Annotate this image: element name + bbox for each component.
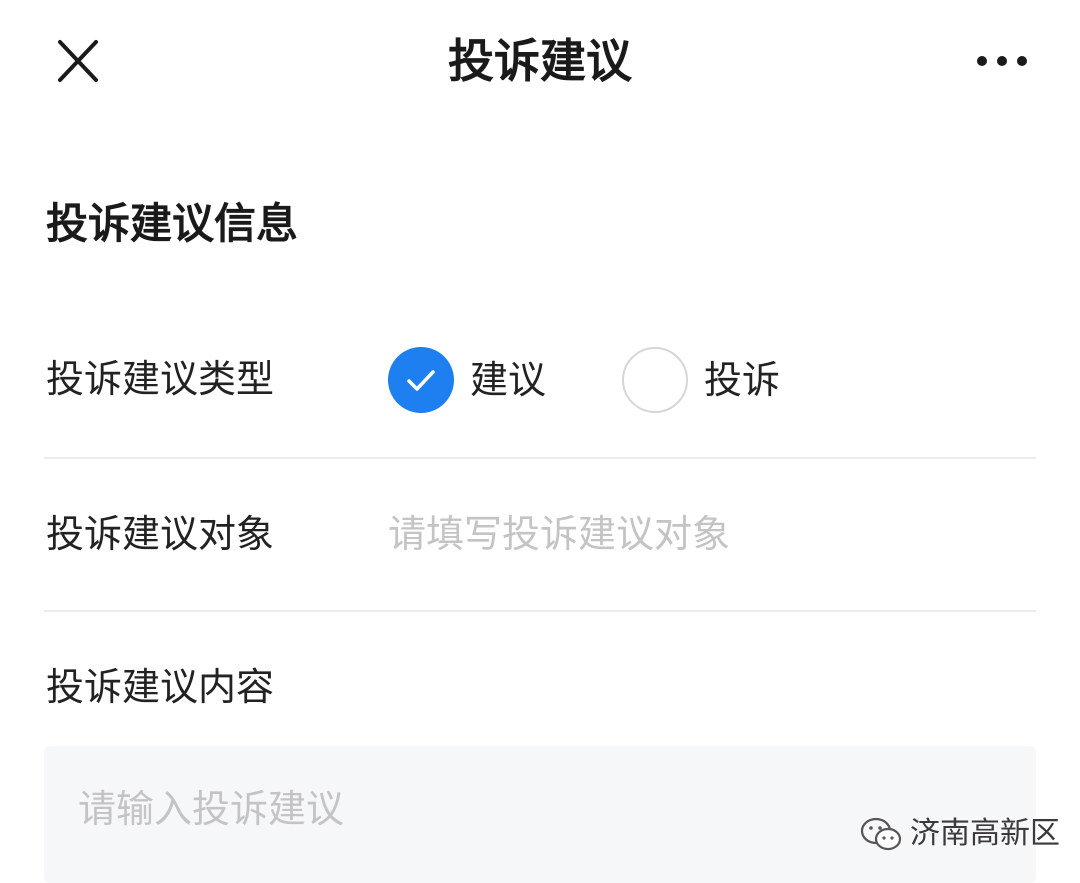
radio-option-complaint[interactable]: 投诉 — [622, 346, 780, 414]
nav-bar: 投诉建议 — [0, 0, 1080, 122]
radio-option-suggestion[interactable]: 建议 — [388, 346, 546, 414]
wechat-official-account-icon — [860, 817, 902, 851]
divider — [44, 457, 1036, 459]
watermark-text: 济南高新区 — [910, 816, 1060, 851]
radio-unchecked[interactable] — [622, 347, 688, 413]
content-label: 投诉建议内容 — [46, 665, 275, 709]
content-textarea[interactable] — [78, 782, 978, 878]
target-label: 投诉建议对象 — [46, 512, 275, 556]
radio-label-suggestion: 建议 — [470, 358, 547, 402]
page-title: 投诉建议 — [448, 34, 632, 88]
watermark: 济南高新区 — [858, 810, 1060, 858]
type-label: 投诉建议类型 — [46, 357, 275, 401]
checkmark-icon — [407, 370, 435, 391]
radio-label-complaint: 投诉 — [704, 358, 781, 402]
more-button[interactable] — [970, 46, 1034, 76]
radio-checked[interactable] — [388, 347, 454, 413]
divider — [44, 610, 1036, 612]
complaint-suggestion-page: 投诉建议 投诉建议信息 投诉建议类型 建议 投诉 投诉建议对象 投诉建议内容 — [0, 0, 1080, 883]
target-input[interactable] — [388, 504, 1028, 564]
section-title: 投诉建议信息 — [46, 199, 299, 248]
more-dots-icon — [977, 56, 1027, 66]
